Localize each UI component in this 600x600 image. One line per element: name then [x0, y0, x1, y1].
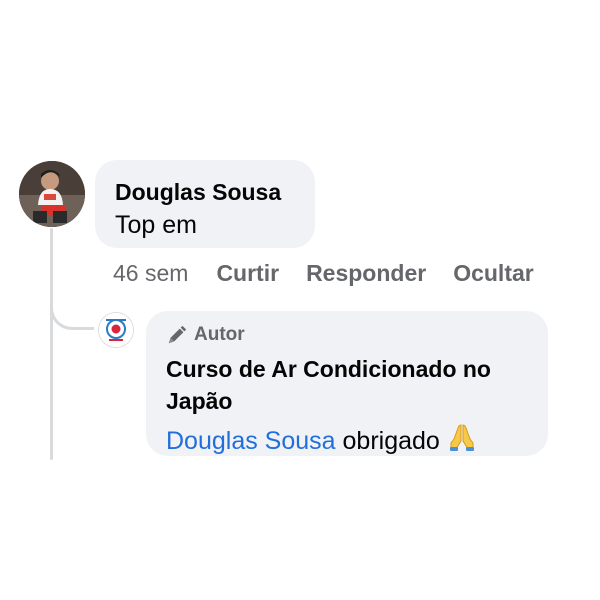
user-photo-icon: [19, 161, 85, 227]
avatar[interactable]: [19, 161, 85, 227]
author-badge-label: Autor: [194, 324, 245, 345]
thread-line: [50, 228, 53, 460]
page-avatar[interactable]: [98, 312, 134, 348]
comment-text: Top em: [115, 211, 197, 239]
comment-actions: 46 sem Curtir Responder Ocultar: [113, 258, 534, 288]
reply-message: obrigado: [335, 427, 440, 455]
reply-bubble: Autor Curso de Ar Condicionado no Japão …: [146, 311, 548, 456]
reply-connector-line: [50, 290, 94, 330]
reply-text: Douglas Sousa obrigado: [166, 421, 530, 458]
pen-icon: [168, 325, 187, 344]
mention-link[interactable]: Douglas Sousa: [166, 427, 336, 455]
author-badge: Autor: [166, 323, 530, 347]
comment-author-name[interactable]: Douglas Sousa: [115, 178, 315, 206]
comment-timestamp[interactable]: 46 sem: [113, 260, 188, 287]
reply-author-name[interactable]: Curso de Ar Condicionado no Japão: [166, 353, 530, 417]
hide-button[interactable]: Ocultar: [453, 260, 534, 287]
like-button[interactable]: Curtir: [216, 260, 279, 287]
folded-hands-icon: [446, 421, 478, 453]
page-logo-icon: [99, 313, 133, 347]
reply-button[interactable]: Responder: [306, 260, 426, 287]
comment-bubble: Douglas Sousa Top em: [95, 160, 315, 248]
